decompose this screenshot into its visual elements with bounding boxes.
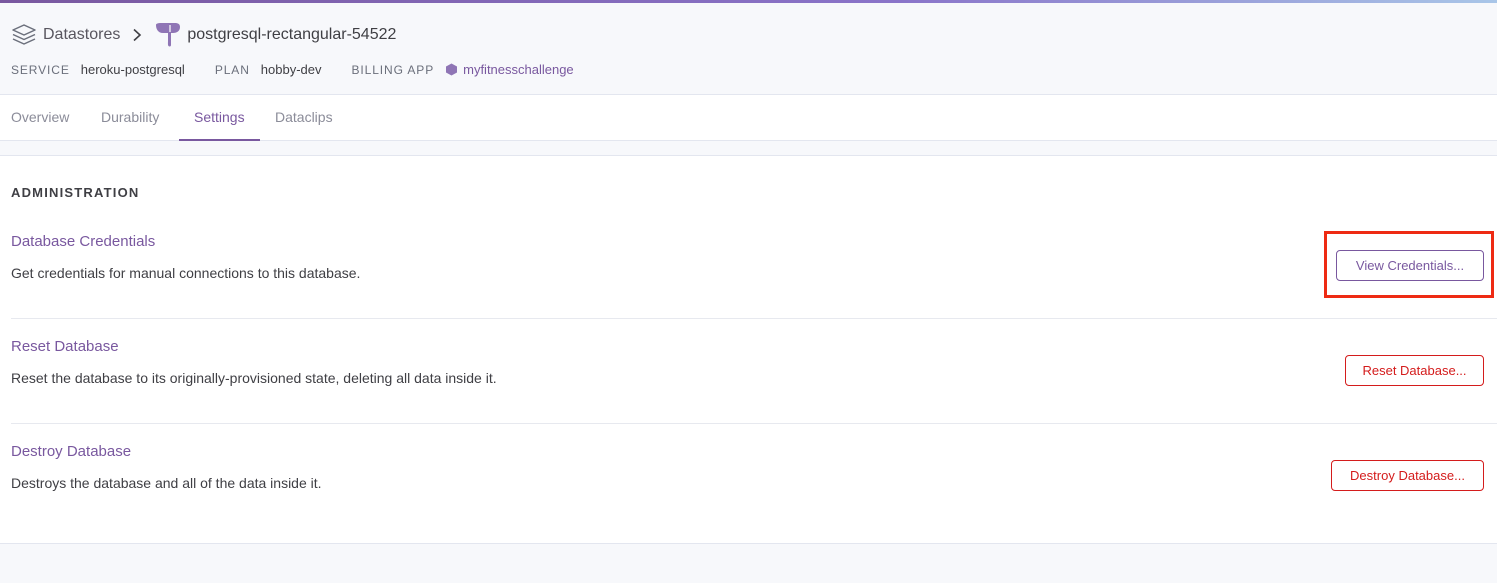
destroy-database-title: Destroy Database [11,443,132,460]
section-gap [0,141,1497,156]
tab-dataclips[interactable]: Dataclips [275,95,333,141]
breadcrumb-datastores-link[interactable]: Datastores [43,26,120,44]
destroy-database-button[interactable]: Destroy Database... [1331,460,1484,491]
tab-overview[interactable]: Overview [11,95,69,141]
billing-app-link[interactable]: myfitnesschallenge [463,62,574,77]
tab-bar: Overview Durability Settings Dataclips [0,95,1497,141]
billing-app-label: BILLING APP [351,62,435,77]
administration-heading: ADMINISTRATION [11,185,140,200]
highlight-box [1324,231,1494,298]
chevron-right-icon [133,28,142,42]
datastore-meta: SERVICE heroku-postgresql PLAN hobby-dev… [11,62,574,77]
postgres-elephant-icon [156,23,181,47]
hexagon-icon [446,63,458,76]
service-label: SERVICE [11,62,70,77]
tab-settings[interactable]: Settings [179,95,260,141]
plan-label: PLAN [214,62,250,77]
divider [11,318,1497,319]
breadcrumb: Datastores postgresql-rectangular-54522 [11,23,396,47]
service-value: heroku-postgresql [80,62,185,77]
destroy-database-description: Destroys the database and all of the dat… [11,475,322,491]
tab-durability[interactable]: Durability [101,95,159,141]
stack-layers-icon [12,24,36,45]
divider [11,423,1497,424]
bottom-band [0,543,1497,583]
datastore-name: postgresql-rectangular-54522 [187,26,397,43]
page-header: Datastores postgresql-rectangular-54522 … [0,3,1497,95]
reset-database-title: Reset Database [11,338,119,355]
credentials-title: Database Credentials [11,233,156,250]
reset-database-description: Reset the database to its originally-pro… [11,370,497,386]
plan-value: hobby-dev [260,62,322,77]
reset-database-button[interactable]: Reset Database... [1345,355,1484,386]
credentials-description: Get credentials for manual connections t… [11,265,361,281]
